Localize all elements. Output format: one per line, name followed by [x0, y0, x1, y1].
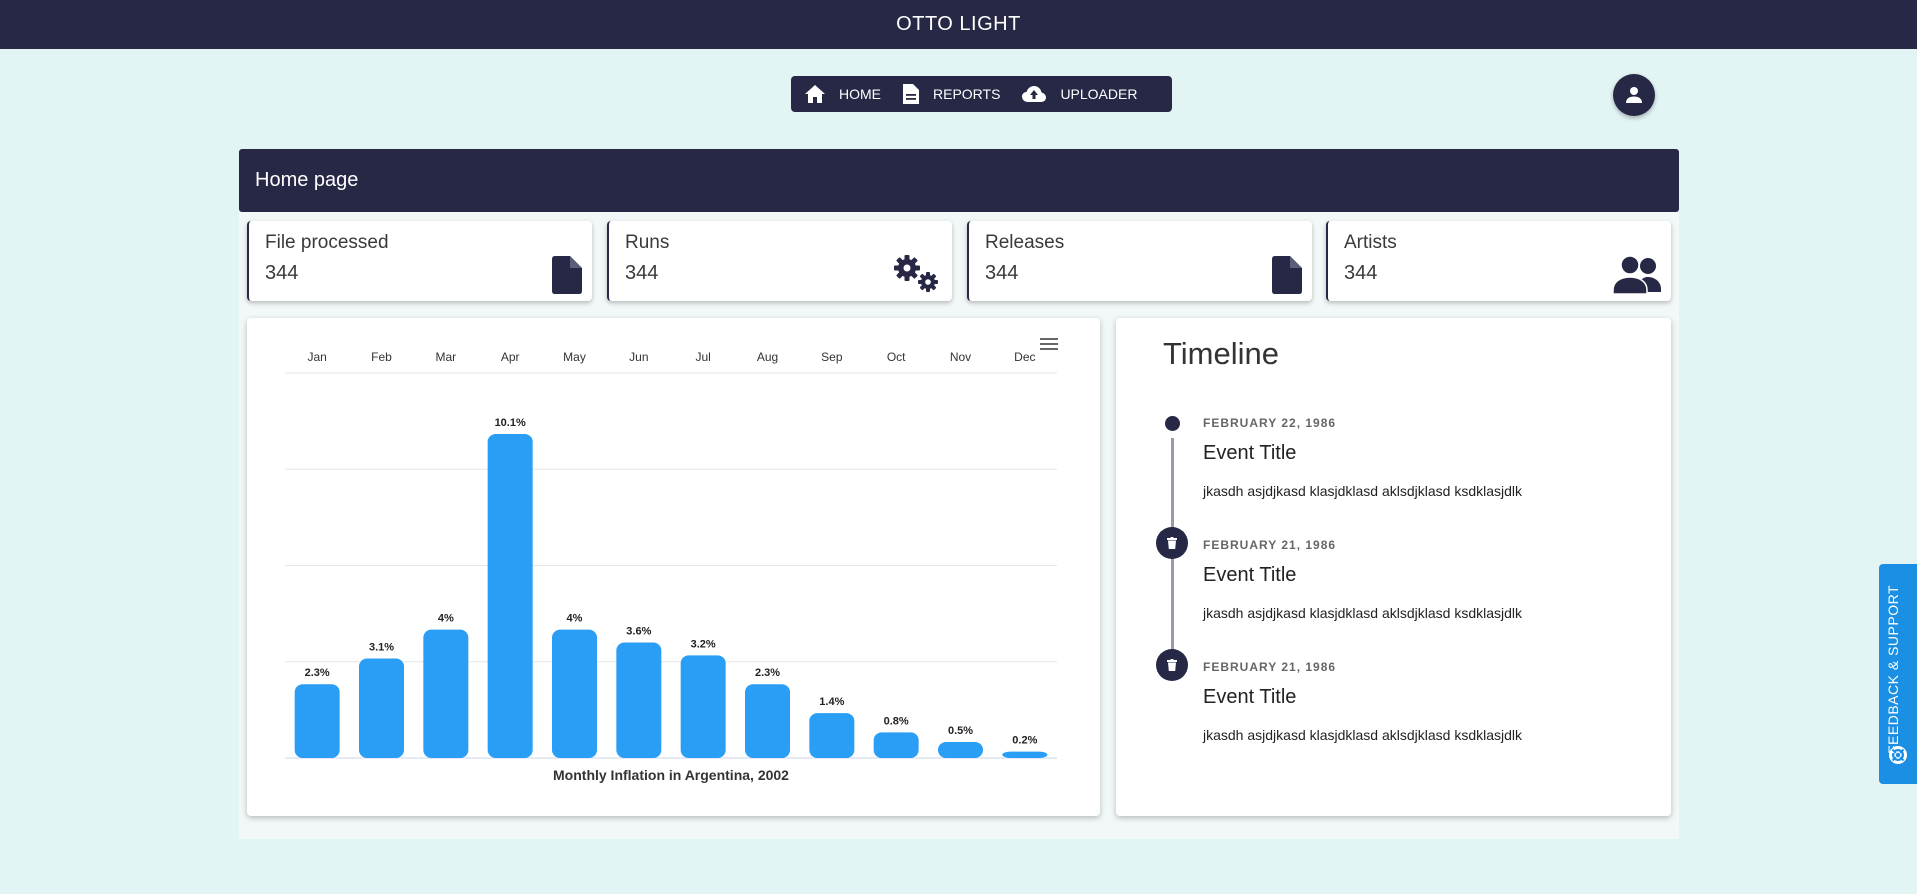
stat-card-title: Runs	[625, 232, 670, 253]
timeline-event-title: Event Title	[1203, 442, 1297, 464]
chart-x-tick-label: Sep	[821, 350, 843, 364]
stat-card-title: File processed	[265, 232, 389, 253]
chart-bar	[680, 655, 726, 758]
document-icon	[903, 84, 919, 104]
timeline-dot	[1165, 416, 1180, 431]
stat-card-files: File processed 344	[247, 221, 592, 301]
chart-data-label: 0.8%	[884, 715, 909, 727]
cloud-upload-icon	[1022, 86, 1047, 102]
timeline-delete-button[interactable]	[1156, 649, 1188, 681]
timeline-title: Timeline	[1163, 336, 1279, 371]
stat-card-value: 344	[265, 262, 299, 284]
nav-item-uploader[interactable]: UPLOADER	[1022, 86, 1137, 102]
chart-bar	[809, 713, 855, 758]
chart-x-tick-label: Jan	[307, 350, 326, 364]
chart-data-label: 10.1%	[495, 417, 526, 429]
chart-data-label: 4%	[438, 613, 454, 625]
chart-data-label: 0.2%	[1012, 735, 1037, 747]
stat-card-title: Releases	[985, 232, 1065, 253]
chart-x-tick-label: Dec	[1014, 350, 1035, 364]
timeline-event-description: jkasdh asjdjkasd klasjdklasd aklsdjklasd…	[1203, 483, 1523, 499]
stat-card-title: Artists	[1344, 232, 1397, 253]
page-title: Home page	[255, 169, 359, 191]
chart-bar	[873, 732, 919, 758]
chart-x-tick-label: Nov	[950, 350, 971, 364]
chart-x-tick-label: Oct	[887, 350, 906, 364]
nav-item-home[interactable]: HOME	[805, 85, 881, 103]
trash-icon	[1167, 659, 1177, 671]
home-icon	[805, 85, 825, 103]
chart-x-tick-label: Jul	[695, 350, 710, 364]
timeline-delete-button[interactable]	[1156, 527, 1188, 559]
stat-card-artists: Artists 344	[1326, 221, 1671, 301]
chart-x-tick-label: Apr	[501, 350, 520, 364]
stat-card-releases: Releases 344	[967, 221, 1312, 301]
chart-data-label: 4%	[567, 613, 583, 625]
chart-data-label: 0.5%	[948, 725, 973, 737]
timeline-event-title: Event Title	[1203, 686, 1297, 708]
chart-bar	[552, 629, 597, 758]
nav-item-home-label: HOME	[839, 86, 881, 102]
page-header: Home page	[239, 149, 1679, 212]
trash-icon	[1167, 537, 1177, 549]
chart-data-label: 1.4%	[819, 696, 844, 708]
chart-bar	[359, 658, 404, 758]
nav-item-reports[interactable]: REPORTS	[903, 84, 1000, 104]
lifebuoy-icon	[1889, 746, 1907, 764]
chart-x-tick-label: Feb	[371, 350, 392, 364]
chart-bar	[423, 629, 469, 758]
feedback-support-tab[interactable]: FEEDBACK & SUPPORT	[1879, 564, 1917, 784]
chart-bar	[938, 741, 983, 758]
chart-bar	[745, 684, 790, 758]
chart-bar	[294, 684, 340, 758]
stat-card-value: 344	[625, 262, 659, 284]
chart-data-label: 2.3%	[305, 667, 330, 679]
feedback-support-label: FEEDBACK & SUPPORT	[1885, 584, 1901, 754]
file-icon	[552, 256, 582, 294]
users-icon	[1613, 256, 1661, 294]
app-title: OTTO LIGHT	[896, 13, 1021, 35]
timeline-event-date: FEBRUARY 21, 1986	[1203, 538, 1337, 552]
chart-bar	[616, 642, 662, 758]
chart-bar	[1002, 751, 1048, 758]
chart-x-tick-label: Aug	[757, 350, 778, 364]
gears-icon	[894, 255, 938, 292]
file-icon	[1272, 256, 1302, 294]
timeline-event-date: FEBRUARY 21, 1986	[1203, 660, 1337, 674]
app-header: OTTO LIGHT	[0, 0, 1917, 49]
main-nav: HOME REPORTS UPLOADER	[791, 76, 1172, 112]
timeline-event-title: Event Title	[1203, 564, 1297, 586]
chart-data-label: 3.1%	[369, 642, 394, 654]
nav-item-reports-label: REPORTS	[933, 86, 1001, 102]
inflation-bar-chart: Jan 2.3% Feb 3.1% Mar 4% Apr 10.1% May 4% Jun 3.6% J…	[285, 350, 1057, 783]
chart-title: Monthly Inflation in Argentina, 2002	[553, 767, 789, 783]
timeline-connector	[1171, 550, 1174, 660]
stat-card-value: 344	[985, 262, 1019, 284]
chart-x-tick-label: Jun	[629, 350, 648, 364]
person-icon	[1626, 87, 1642, 103]
stat-card-runs: Runs 344	[607, 221, 952, 301]
chart-x-tick-label: May	[563, 350, 586, 364]
timeline-event-description: jkasdh asjdjkasd klasjdklasd aklsdjklasd…	[1203, 727, 1523, 743]
chart-x-tick-label: Mar	[435, 350, 456, 364]
timeline-event-description: jkasdh asjdjkasd klasjdklasd aklsdjklasd…	[1203, 605, 1523, 621]
timeline-event-date: FEBRUARY 22, 1986	[1203, 416, 1337, 430]
chart-data-label: 3.2%	[691, 638, 716, 650]
chart-data-label: 3.6%	[626, 626, 651, 638]
chart-data-label: 2.3%	[755, 667, 780, 679]
timeline-panel: Timeline FEBRUARY 22, 1986 Event Title j…	[1116, 318, 1671, 816]
chart-bar	[487, 433, 533, 758]
stat-card-value: 344	[1344, 262, 1378, 284]
nav-item-uploader-label: UPLOADER	[1060, 86, 1138, 102]
user-avatar-button[interactable]	[1613, 74, 1655, 116]
